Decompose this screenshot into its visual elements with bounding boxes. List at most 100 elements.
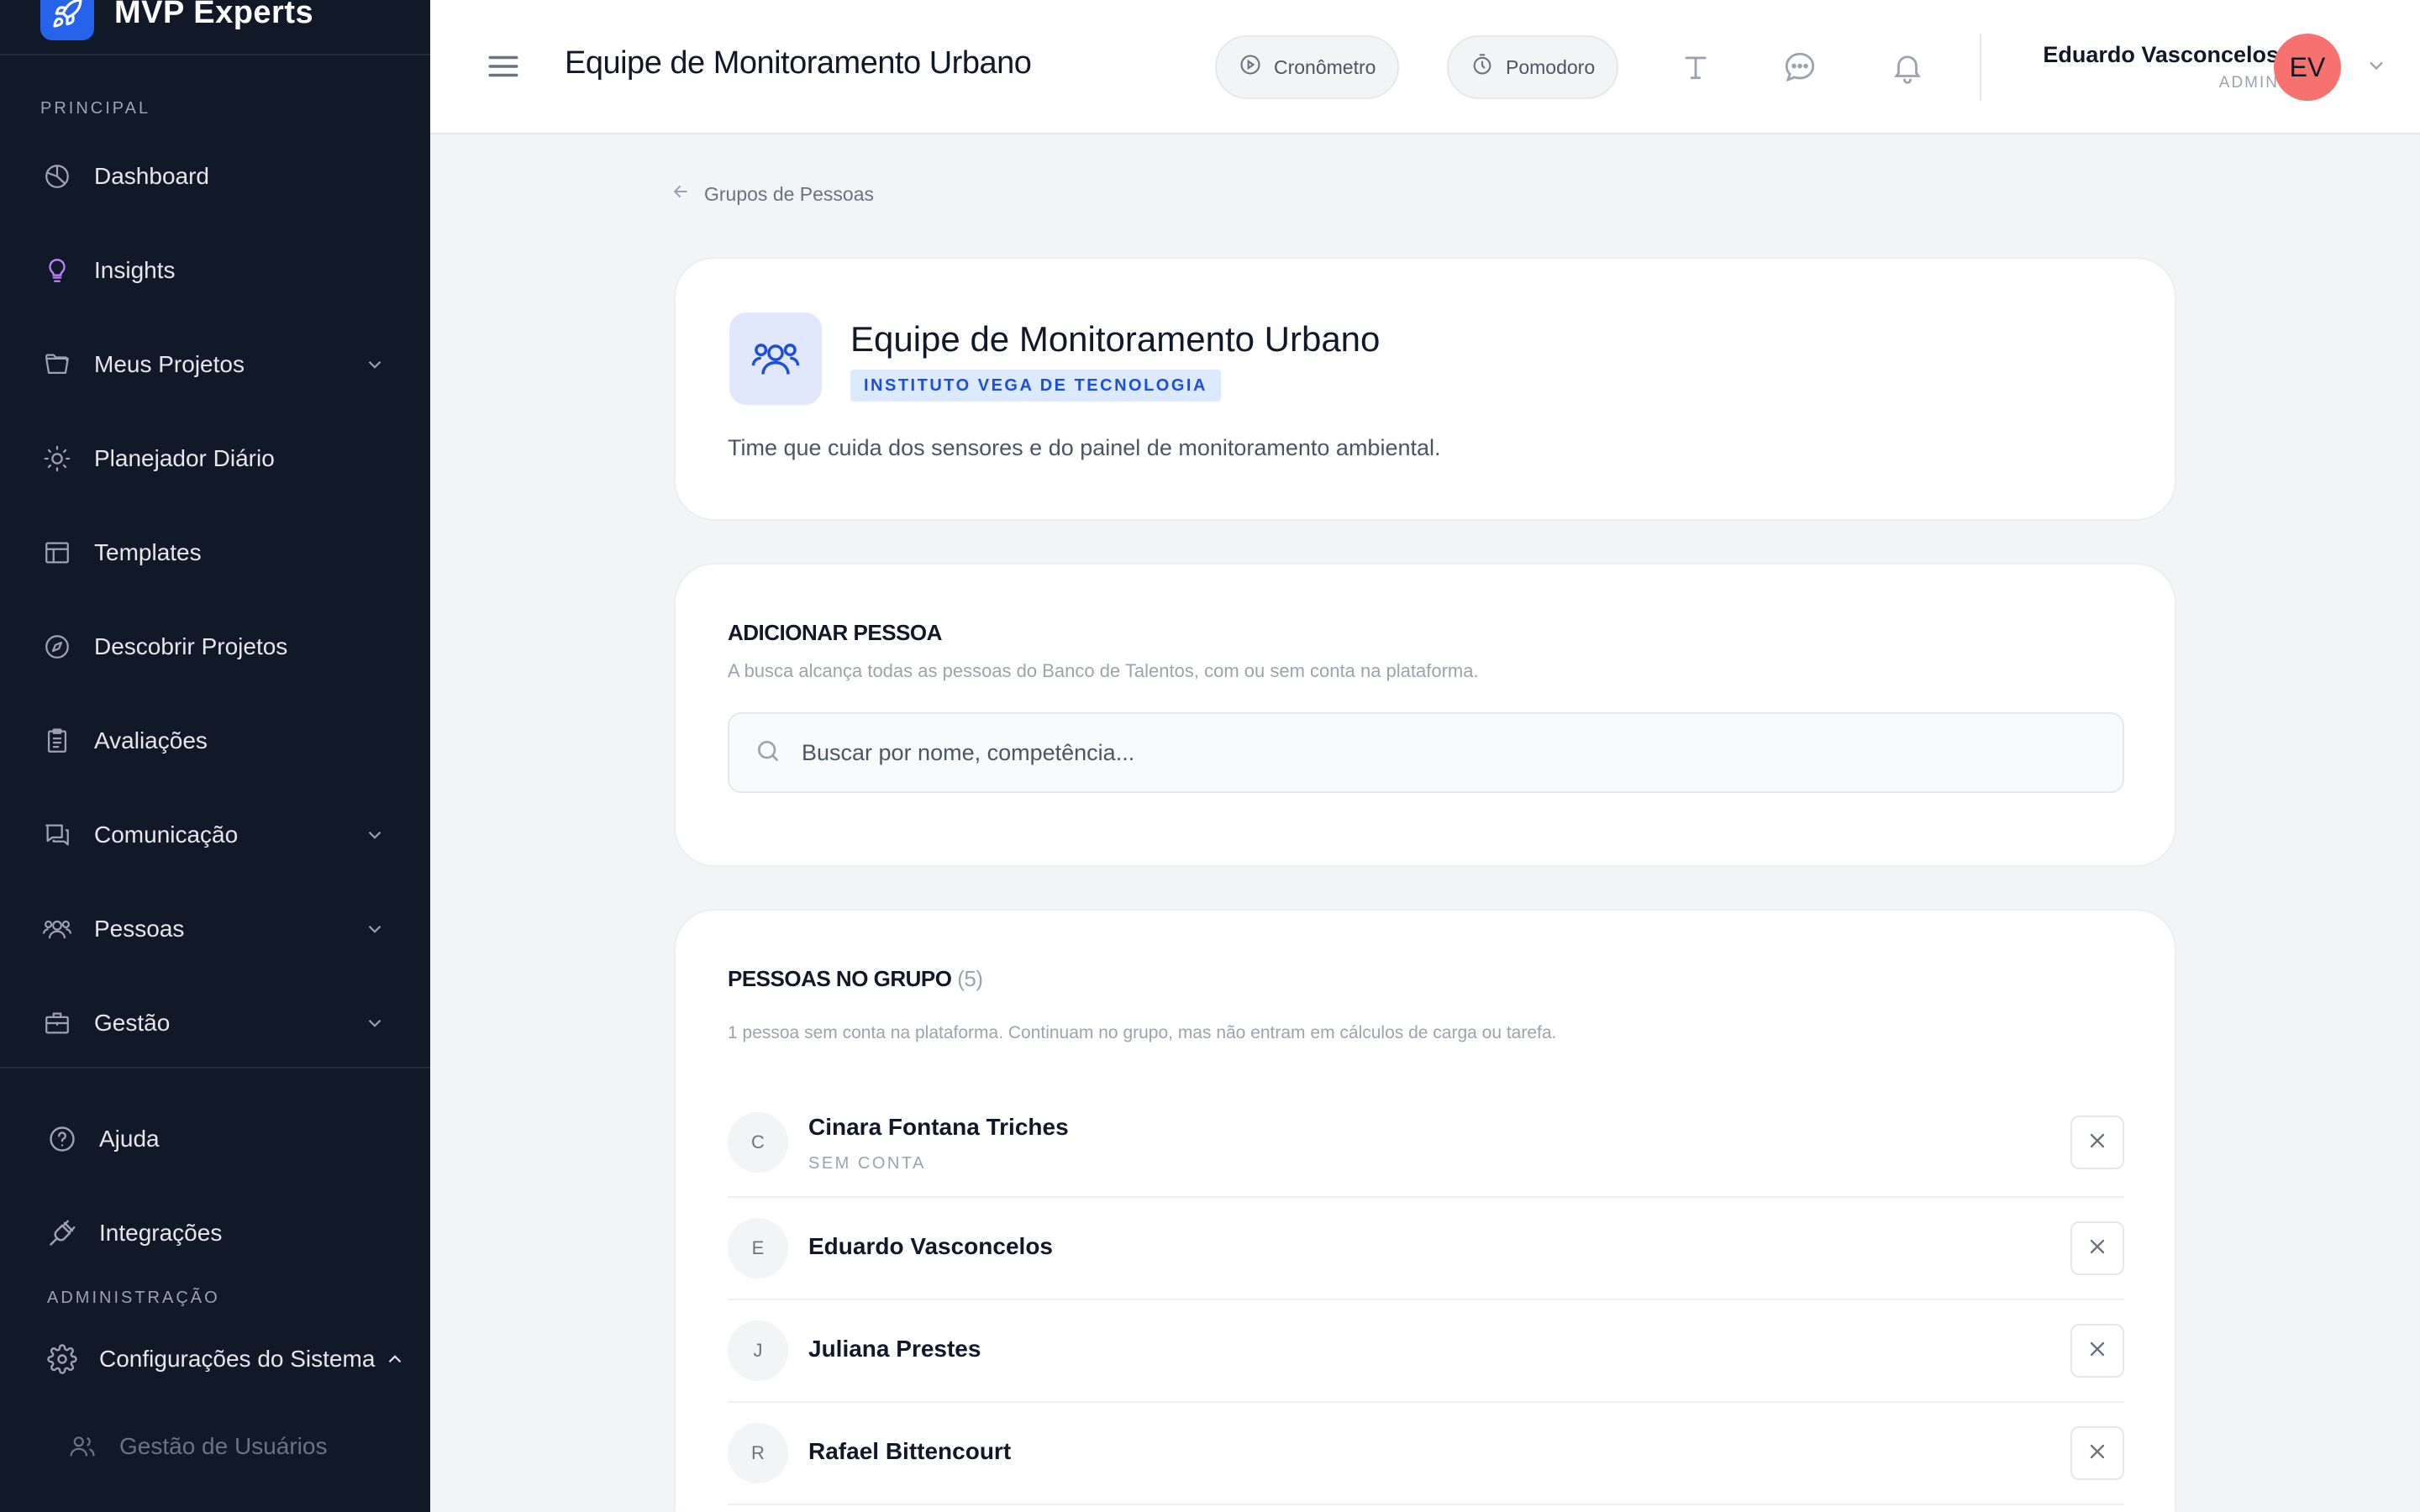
sidebar-item-label: Meus Projetos <box>94 351 245 377</box>
bell-icon[interactable] <box>1889 49 1926 86</box>
sidebar-item-label: Planejador Diário <box>94 445 275 471</box>
sidebar-item-label: Insights <box>94 257 176 283</box>
person-status: SEM CONTA <box>808 1154 926 1173</box>
close-icon <box>2086 1235 2109 1263</box>
folder-icon <box>42 349 72 380</box>
pomodoro-label: Pomodoro <box>1506 55 1596 78</box>
person-name: Juliana Prestes <box>808 1336 981 1362</box>
layout-icon <box>42 538 72 568</box>
users-icon <box>42 914 72 944</box>
gear-icon <box>47 1344 77 1374</box>
chevron-up-icon[interactable] <box>380 1344 410 1374</box>
sidebar-item-dashboard[interactable]: Dashboard <box>0 143 430 210</box>
header-divider <box>1980 34 1981 101</box>
users-icon <box>67 1431 97 1462</box>
person-avatar: E <box>728 1218 788 1278</box>
back-link[interactable]: Grupos de Pessoas <box>671 181 874 207</box>
sidebar-item-label: Dashboard <box>94 163 209 189</box>
stopwatch-label: Cronômetro <box>1274 55 1376 78</box>
user-name[interactable]: Eduardo Vasconcelos <box>2043 42 2279 68</box>
top-header: Equipe de Monitoramento Urbano Cronômetr… <box>430 0 2420 134</box>
sidebar-item-label: Templates <box>94 539 202 565</box>
search-input[interactable] <box>802 739 2062 766</box>
search-icon <box>755 738 781 769</box>
users-group-icon <box>729 312 822 405</box>
arrow-left-icon <box>671 181 691 207</box>
members-note: 1 pessoa sem conta na plataforma. Contin… <box>728 1023 1557 1042</box>
back-link-label: Grupos de Pessoas <box>704 182 875 205</box>
chevron-down-icon[interactable] <box>360 820 390 850</box>
remove-person-button[interactable] <box>2070 1221 2124 1275</box>
sidebar-item-meus-projetos[interactable]: Meus Projetos <box>0 331 430 398</box>
sidebar-item-label: Comunicação <box>94 822 239 848</box>
sidebar-item-avaliacoes[interactable]: Avaliações <box>0 707 430 774</box>
sidebar: MVP Experts PRINCIPAL Dashboard Insights… <box>0 0 430 1512</box>
members-count: (5) <box>957 966 983 991</box>
table-row: J Juliana Prestes <box>728 1300 2124 1403</box>
add-person-title: ADICIONAR PESSOA <box>728 620 942 645</box>
chevron-down-icon[interactable] <box>2365 54 2390 79</box>
brand[interactable]: MVP Experts <box>0 0 430 55</box>
person-avatar: R <box>728 1423 788 1483</box>
sidebar-item-label: Configurações do Sistema <box>99 1346 376 1372</box>
sidebar-item-gestao[interactable]: Gestão <box>0 990 430 1057</box>
close-icon <box>2086 1440 2109 1467</box>
compass-icon <box>42 632 72 662</box>
pie-chart-icon <box>42 161 72 192</box>
user-role: ADMIN <box>2218 74 2279 92</box>
sidebar-item-configuracoes[interactable]: Configurações do Sistema <box>0 1326 430 1393</box>
search-field[interactable] <box>728 712 2124 793</box>
timer-icon <box>1470 53 1494 81</box>
chevron-down-icon[interactable] <box>360 1008 390 1038</box>
chevron-down-icon[interactable] <box>360 914 390 944</box>
chevron-down-icon[interactable] <box>360 349 390 380</box>
stopwatch-button[interactable]: Cronômetro <box>1215 35 1400 99</box>
members-card: PESSOAS NO GRUPO (5) 1 pessoa sem conta … <box>674 909 2176 1512</box>
sidebar-item-label: Avaliações <box>94 727 208 753</box>
sidebar-item-descobrir-projetos[interactable]: Descobrir Projetos <box>0 613 430 680</box>
plug-icon <box>47 1218 77 1248</box>
close-icon <box>2086 1337 2109 1365</box>
sidebar-item-templates[interactable]: Templates <box>0 519 430 586</box>
briefcase-icon <box>42 1008 72 1038</box>
remove-person-button[interactable] <box>2070 1116 2124 1169</box>
message-icon[interactable] <box>1781 49 1818 86</box>
table-row: C Cinara Fontana Triches SEM CONTA <box>728 1089 2124 1198</box>
rocket-icon <box>40 0 94 40</box>
person-name: Eduardo Vasconcelos <box>808 1233 1053 1259</box>
avatar[interactable]: EV <box>2274 34 2341 101</box>
add-person-subtitle: A busca alcança todas as pessoas do Banc… <box>728 660 1479 681</box>
table-row: E Eduardo Vasconcelos <box>728 1198 2124 1300</box>
remove-person-button[interactable] <box>2070 1426 2124 1480</box>
sidebar-item-ajuda[interactable]: Ajuda <box>0 1105 430 1173</box>
table-row: R Rafael Bittencourt <box>728 1403 2124 1505</box>
pomodoro-button[interactable]: Pomodoro <box>1447 35 1619 99</box>
page-title: Equipe de Monitoramento Urbano <box>565 45 1032 81</box>
sidebar-item-label: Ajuda <box>99 1126 160 1152</box>
lightbulb-icon <box>42 255 72 286</box>
text-size-icon[interactable] <box>1677 49 1714 86</box>
group-info-card: Equipe de Monitoramento Urbano INSTITUTO… <box>674 257 2176 521</box>
remove-person-button[interactable] <box>2070 1324 2124 1378</box>
sidebar-item-pessoas[interactable]: Pessoas <box>0 895 430 963</box>
brand-name: MVP Experts <box>114 0 314 30</box>
group-title: Equipe de Monitoramento Urbano <box>850 319 1381 359</box>
members-title-label: PESSOAS NO GRUPO <box>728 966 952 991</box>
menu-icon[interactable] <box>486 49 521 84</box>
sidebar-item-integracoes[interactable]: Integrações <box>0 1200 430 1267</box>
play-circle-icon <box>1239 53 1262 81</box>
sidebar-divider <box>0 1067 430 1068</box>
organization-badge: INSTITUTO VEGA DE TECNOLOGIA <box>850 370 1221 402</box>
members-title: PESSOAS NO GRUPO (5) <box>728 966 983 992</box>
sidebar-item-label: Gestão de Usuários <box>119 1433 328 1459</box>
sidebar-item-label: Gestão <box>94 1010 171 1036</box>
sidebar-item-insights[interactable]: Insights <box>0 237 430 304</box>
sidebar-item-planejador-diario[interactable]: Planejador Diário <box>0 425 430 492</box>
sidebar-item-gestao-usuarios[interactable]: Gestão de Usuários <box>0 1413 430 1480</box>
sidebar-item-comunicacao[interactable]: Comunicação <box>0 801 430 869</box>
clipboard-icon <box>42 726 72 756</box>
section-label-administracao: ADMINISTRAÇÃO <box>47 1289 220 1307</box>
person-name: Cinara Fontana Triches <box>808 1114 1069 1140</box>
person-avatar: C <box>728 1112 788 1173</box>
sun-icon <box>42 444 72 474</box>
